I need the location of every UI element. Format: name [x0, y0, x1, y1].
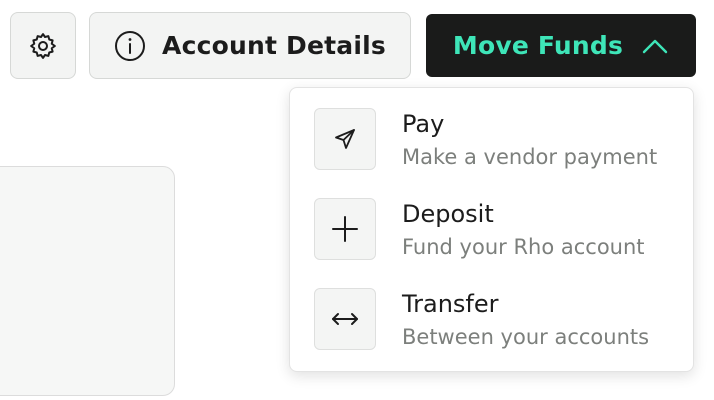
transfer-icon-tile: [314, 288, 376, 350]
deposit-icon-tile: [314, 198, 376, 260]
move-funds-button[interactable]: Move Funds: [426, 14, 696, 77]
page: Account Details Move Funds Pay Make a ve…: [0, 0, 714, 400]
settings-button[interactable]: [10, 12, 76, 79]
menu-item-deposit[interactable]: Deposit Fund your Rho account: [290, 178, 693, 266]
menu-item-subtitle: Fund your Rho account: [402, 235, 645, 259]
info-circle-icon: [114, 30, 146, 62]
menu-item-subtitle: Make a vendor payment: [402, 145, 658, 169]
menu-item-pay[interactable]: Pay Make a vendor payment: [290, 88, 693, 176]
pay-icon-tile: [314, 108, 376, 170]
move-funds-label: Move Funds: [452, 31, 624, 60]
menu-item-title: Pay: [402, 110, 445, 138]
account-details-button[interactable]: Account Details: [89, 12, 411, 79]
send-icon: [333, 127, 357, 151]
menu-item-subtitle: Between your accounts: [402, 325, 650, 349]
arrows-left-right-icon: [330, 309, 360, 329]
menu-item-title: Deposit: [402, 200, 494, 228]
menu-item-title: Transfer: [402, 290, 499, 318]
chevron-up-icon: [641, 37, 669, 55]
menu-item-transfer[interactable]: Transfer Between your accounts: [290, 268, 693, 356]
background-card: [0, 166, 175, 396]
gear-icon: [28, 31, 58, 61]
account-details-label: Account Details: [162, 31, 386, 60]
move-funds-menu: Pay Make a vendor payment Deposit Fund y…: [289, 87, 694, 372]
plus-icon: [331, 215, 359, 243]
